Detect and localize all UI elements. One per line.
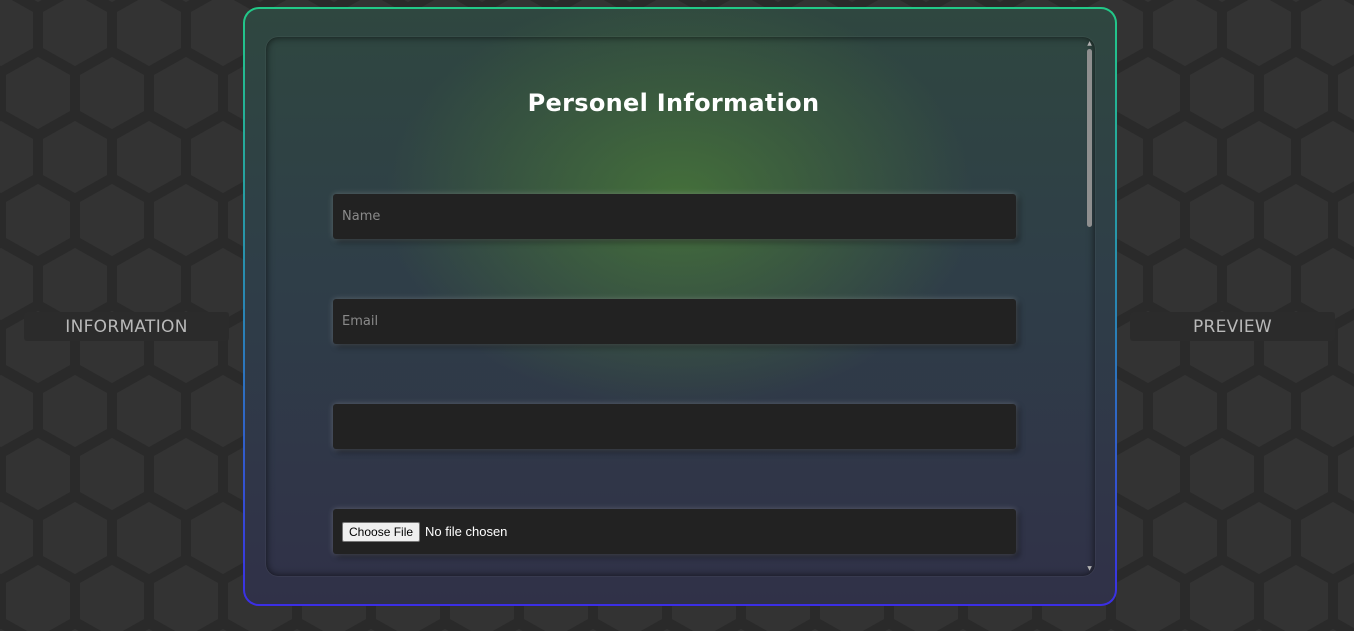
- page-title: Personel Information: [527, 89, 820, 117]
- file-upload-field: Choose File No file chosen: [333, 509, 1016, 554]
- form-card-body: Personel Information Choose File No file…: [245, 9, 1115, 604]
- tab-preview[interactable]: PREVIEW: [1130, 312, 1335, 341]
- tab-information[interactable]: INFORMATION: [24, 312, 229, 341]
- form-scroll-panel[interactable]: Personel Information Choose File No file…: [266, 37, 1095, 576]
- vertical-scrollbar[interactable]: ▲ ▼: [1086, 41, 1093, 572]
- scroll-down-arrow-icon[interactable]: ▼: [1086, 566, 1093, 572]
- email-input[interactable]: [333, 299, 1016, 344]
- scroll-up-arrow-icon[interactable]: ▲: [1086, 41, 1093, 47]
- unlabeled-input[interactable]: [333, 404, 1016, 449]
- scrollbar-thumb[interactable]: [1087, 49, 1092, 227]
- file-status-text: No file chosen: [425, 524, 508, 539]
- form-card: Personel Information Choose File No file…: [243, 7, 1117, 606]
- choose-file-button[interactable]: Choose File: [342, 521, 421, 542]
- name-input[interactable]: [333, 194, 1016, 239]
